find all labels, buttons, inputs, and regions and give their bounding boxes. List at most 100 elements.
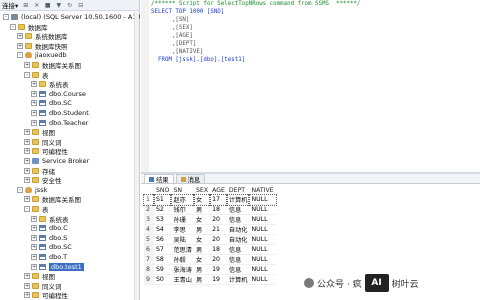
tree-node[interactable]: + 系统表 <box>31 79 69 89</box>
expand-toggle-icon[interactable]: + <box>24 167 30 174</box>
expand-toggle-icon[interactable]: + <box>24 292 30 299</box>
tree-node[interactable]: + 存储 <box>24 166 55 176</box>
row-number[interactable]: 6 <box>144 244 154 255</box>
cell-age[interactable]: 18 <box>210 204 227 215</box>
cell-age[interactable]: 18 <box>210 244 227 255</box>
tree-node[interactable]: + dbo.test1 <box>31 262 84 272</box>
tree-node[interactable]: + 可编程性 <box>24 146 68 156</box>
expand-toggle-icon[interactable]: + <box>24 62 30 68</box>
cell-sno[interactable]: S0 <box>154 274 172 285</box>
cell-sex[interactable]: 女 <box>192 194 212 206</box>
cell-sn[interactable]: 孙毅 <box>171 254 194 265</box>
cell-sex[interactable]: 男 <box>194 274 211 285</box>
cell-native[interactable]: NULL <box>249 214 276 225</box>
cell-dept[interactable]: 信息 <box>226 204 250 215</box>
tree-node[interactable]: + dbo.Course <box>31 89 86 99</box>
collapse-toggle-icon[interactable]: - <box>24 71 30 78</box>
table-row[interactable]: 7 S8 孙毅女 20 信息 NULL <box>144 254 276 265</box>
query-editor[interactable]: /****** Script for SelectTopNRows comman… <box>141 0 480 172</box>
tree-node[interactable]: -表 <box>24 70 49 80</box>
column-header[interactable]: DEPT <box>226 186 250 195</box>
tree-node[interactable]: + 视图 <box>24 127 55 137</box>
tree-node[interactable]: - jiaoxuedb <box>17 50 67 60</box>
table-row[interactable]: 5 S6 吴陆女 20 自动化 NULL <box>144 234 276 245</box>
cell-native[interactable]: NULL <box>249 204 276 215</box>
cell-sno[interactable]: S2 <box>154 204 172 215</box>
row-number[interactable]: 7 <box>144 254 154 265</box>
tree-node[interactable]: -表 <box>24 204 49 214</box>
cell-age[interactable]: 19 <box>210 274 227 285</box>
expand-toggle-icon[interactable]: + <box>17 33 23 40</box>
cell-dept[interactable]: 计算机 <box>225 194 251 206</box>
tree-node[interactable]: + 视图 <box>24 271 55 281</box>
cell-age[interactable]: 20 <box>210 214 227 225</box>
cell-age[interactable]: 19 <box>210 264 227 275</box>
column-header[interactable]: AGE <box>210 186 227 195</box>
explorer-scrollbar[interactable] <box>134 12 139 300</box>
cell-native[interactable]: NULL <box>249 274 276 285</box>
tree-node[interactable]: + dbo.S <box>31 233 67 243</box>
collapse-toggle-icon[interactable]: - <box>10 23 16 30</box>
cell-sn[interactable]: 赵亦 <box>170 194 195 206</box>
stop-icon[interactable]: ■ <box>44 2 51 9</box>
cell-age[interactable]: 21 <box>210 224 227 235</box>
results-grid[interactable]: SNO SN SEX AGE DEPT NATIVE 1 S1 赵亦女 17 计算机 NULL 2 S2… <box>143 186 277 285</box>
filter-icon[interactable]: ▼ <box>55 2 62 9</box>
expand-toggle-icon[interactable]: + <box>31 100 37 107</box>
row-number[interactable]: 8 <box>144 264 154 275</box>
expand-toggle-icon[interactable]: + <box>31 110 37 116</box>
tree-node[interactable]: + 安全性 <box>24 175 62 185</box>
table-row[interactable]: 4 S4 李思男 21 自动化 NULL <box>144 224 276 235</box>
cell-sn[interactable]: 孙珊 <box>171 214 194 225</box>
cell-sex[interactable]: 男 <box>194 264 211 275</box>
tree-node[interactable]: + 可编程性 <box>24 290 68 300</box>
table-row[interactable]: 1 S1 赵亦女 17 计算机 NULL <box>143 194 277 206</box>
table-row[interactable]: 8 S9 张海涛男 19 信息 NULL <box>144 264 276 275</box>
expand-toggle-icon[interactable]: + <box>24 158 30 164</box>
tree-node[interactable]: - jssk <box>17 185 47 195</box>
tab-messages[interactable]: 消息 <box>175 174 206 184</box>
cell-dept[interactable]: 自动化 <box>226 234 250 245</box>
tree-node[interactable]: + dbo.Student <box>31 108 89 118</box>
grid-corner[interactable] <box>144 186 154 195</box>
tree-node[interactable]: + 数据库快照 <box>17 41 68 51</box>
expand-toggle-icon[interactable]: + <box>24 138 30 145</box>
table-row[interactable]: 6 S7 范思清男 18 信息 NULL <box>144 244 276 255</box>
table-row[interactable]: 3 S3 孙珊女 20 信息 NULL <box>144 214 276 225</box>
connect-db-icon[interactable]: ⊞ <box>22 2 29 9</box>
cell-sn[interactable]: 王青山 <box>171 274 194 285</box>
cell-sex[interactable]: 女 <box>194 254 211 265</box>
tree-node[interactable]: + 系统表 <box>31 214 69 224</box>
column-header[interactable]: SNO <box>154 186 172 195</box>
tree-node[interactable]: + 数据库关系图 <box>24 60 81 70</box>
cell-age[interactable]: 20 <box>210 254 227 265</box>
tree-node[interactable]: + dbo.Teacher <box>31 118 88 128</box>
expand-toggle-icon[interactable]: + <box>31 119 37 126</box>
cell-sno[interactable]: S8 <box>154 254 172 265</box>
cell-dept[interactable]: 信息 <box>226 254 250 265</box>
collapse-toggle-icon[interactable]: - <box>24 206 30 212</box>
cell-sex[interactable]: 女 <box>194 214 211 225</box>
column-header[interactable]: NATIVE <box>249 186 276 195</box>
table-row[interactable]: 2 S2 钱尔男 18 信息 NULL <box>144 204 276 215</box>
cell-native[interactable]: NULL <box>249 244 276 255</box>
cell-sno[interactable]: S3 <box>154 214 172 225</box>
column-header[interactable]: SN <box>171 186 194 195</box>
connect-button[interactable]: 连接▾ <box>2 0 18 10</box>
collapse-toggle-icon[interactable]: - <box>17 52 23 59</box>
expand-toggle-icon[interactable]: + <box>31 234 37 241</box>
expand-toggle-icon[interactable]: + <box>31 215 37 222</box>
row-number[interactable]: 4 <box>144 224 154 235</box>
cell-sno[interactable]: S9 <box>154 264 172 275</box>
cell-sno[interactable]: S4 <box>154 224 172 235</box>
refresh-icon[interactable]: ↻ <box>66 2 73 9</box>
row-number[interactable]: 1 <box>143 194 155 206</box>
cell-sn[interactable]: 吴陆 <box>171 234 194 245</box>
row-number[interactable]: 5 <box>144 234 154 245</box>
cell-age[interactable]: 17 <box>209 194 228 206</box>
expand-toggle-icon[interactable]: + <box>31 263 37 270</box>
tree-node[interactable]: + Service Broker <box>24 156 89 166</box>
cell-dept[interactable]: 信息 <box>226 264 250 275</box>
collapse-icon[interactable]: ⊟ <box>77 2 84 9</box>
expand-toggle-icon[interactable]: + <box>17 42 23 49</box>
